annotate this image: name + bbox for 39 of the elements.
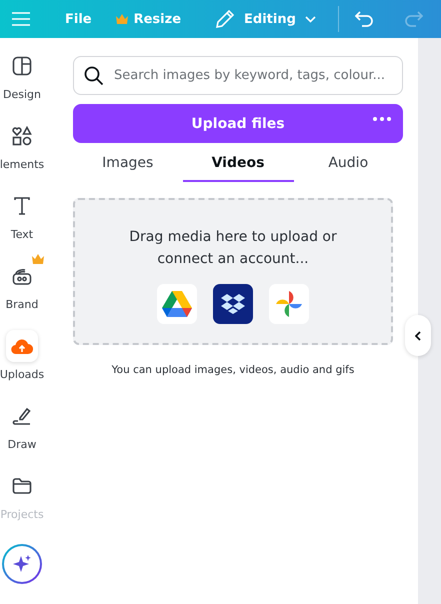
search-field[interactable]: Search images by keyword, tags, colour... xyxy=(73,56,403,95)
box-stack-icon xyxy=(221,293,245,315)
shapes-icon xyxy=(12,126,32,146)
brand-kit-icon xyxy=(12,266,32,286)
sidebar-item[interactable]: Draw xyxy=(0,394,44,464)
upload-hint: You can upload images, videos, audio and gifs xyxy=(110,364,356,376)
folder-icon xyxy=(12,477,32,495)
pencil-icon xyxy=(215,9,236,29)
sidebar-item[interactable]: Uploads xyxy=(0,324,44,394)
media-tab[interactable]: Images xyxy=(73,149,182,182)
layout-icon xyxy=(12,56,32,76)
search-icon xyxy=(84,66,104,86)
drop-zone-text: Drag media here to upload or connect an account... xyxy=(128,228,338,269)
pinwheel-icon xyxy=(274,289,304,319)
drive-button[interactable] xyxy=(157,284,197,324)
text-icon xyxy=(13,196,31,216)
upload-files-button[interactable]: Upload files xyxy=(73,104,403,143)
chevron-left-icon xyxy=(415,330,421,340)
cloud-upload-icon xyxy=(11,337,33,355)
search-input[interactable]: Search images by keyword, tags, colour... xyxy=(114,68,392,83)
crown-icon xyxy=(116,14,128,24)
photos-button[interactable] xyxy=(269,284,309,324)
media-tab[interactable]: Videos xyxy=(182,149,294,182)
undo-button[interactable] xyxy=(354,11,375,27)
dropbox-button[interactable] xyxy=(213,284,253,324)
chevron-icon xyxy=(304,16,316,22)
sidebar-item[interactable]: Brand xyxy=(0,254,44,324)
sidebar-item[interactable]: lements xyxy=(0,114,44,184)
drop-zone[interactable]: Drag media here to upload or connect an account... xyxy=(73,198,393,345)
magic-button[interactable] xyxy=(2,544,42,584)
sparkle-icon xyxy=(12,554,32,574)
menu-button[interactable] xyxy=(12,12,30,26)
sidebar-item[interactable]: Design xyxy=(0,44,44,114)
pen-icon xyxy=(12,406,32,426)
more-icon xyxy=(373,117,391,121)
media-tab[interactable]: Audio xyxy=(294,149,403,182)
crown-icon xyxy=(32,254,44,264)
triangle-logo-icon xyxy=(161,290,193,318)
sidebar-item[interactable]: Text xyxy=(0,184,44,254)
